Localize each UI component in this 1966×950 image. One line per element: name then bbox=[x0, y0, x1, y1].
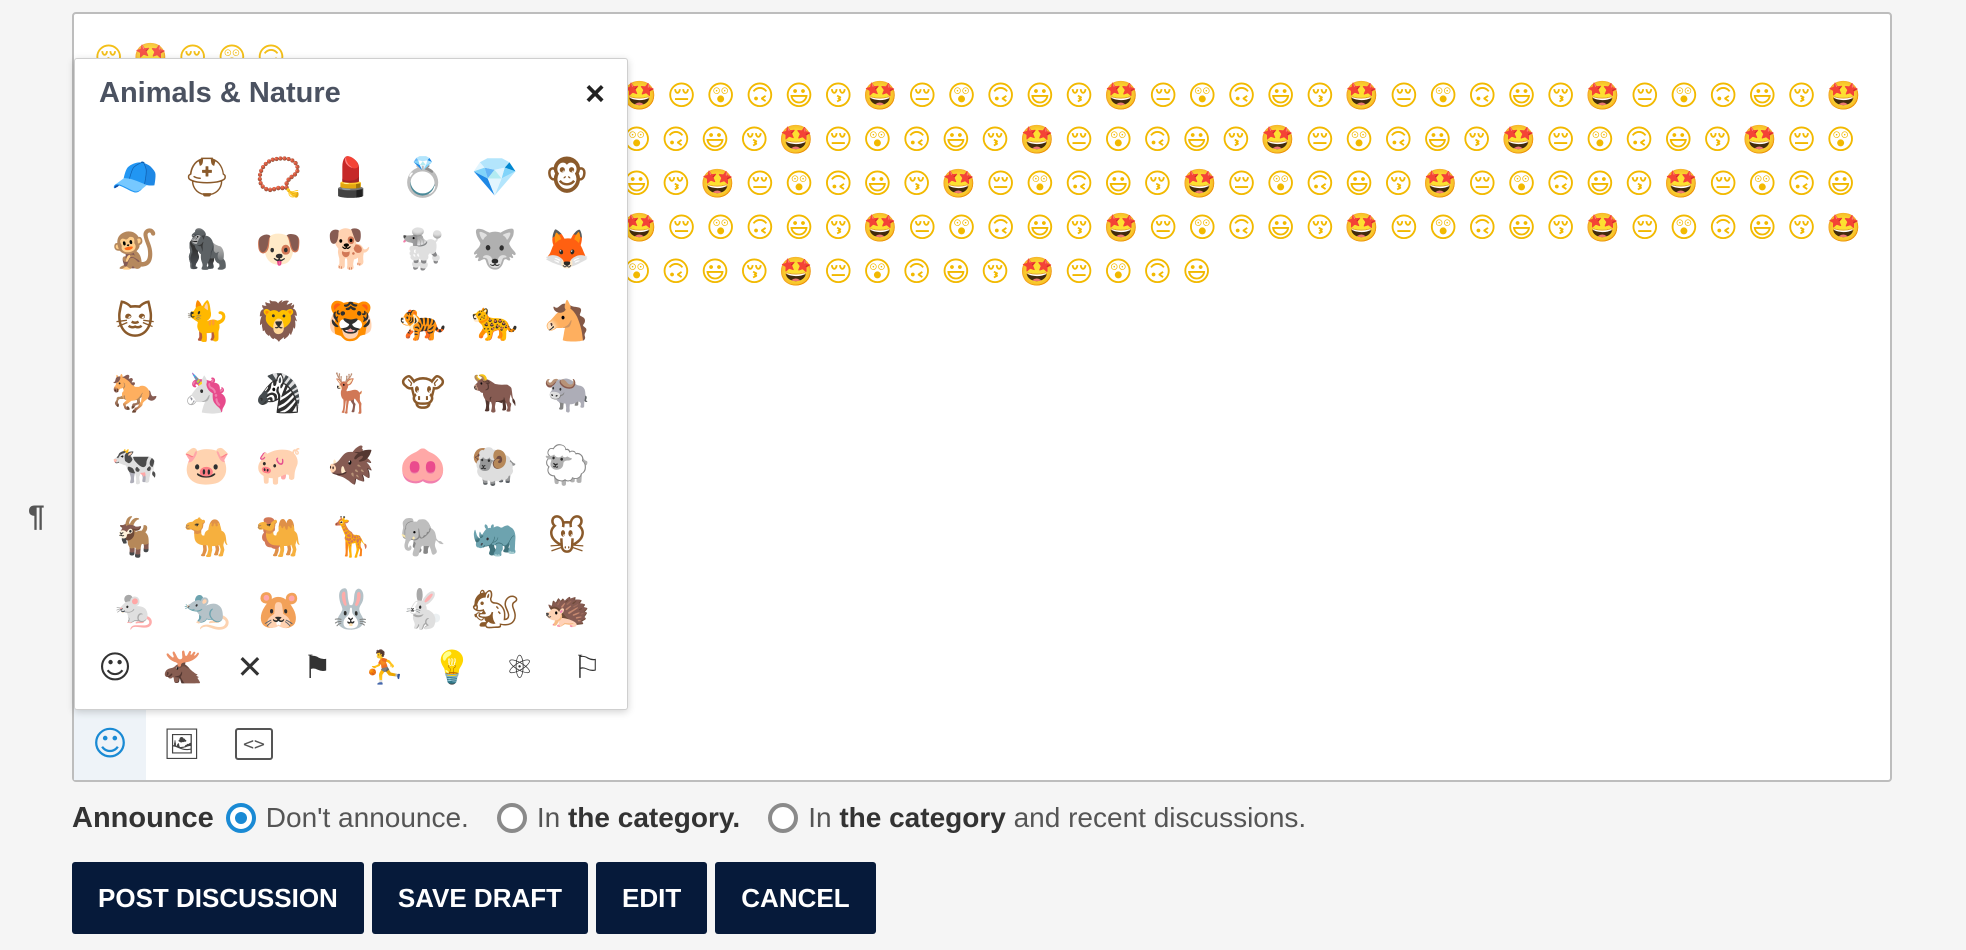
emoji-option[interactable]: 🦍 bbox=[171, 213, 243, 285]
emoji-option[interactable]: 🐫 bbox=[243, 501, 315, 573]
radio-dont-announce-circle[interactable] bbox=[225, 803, 256, 833]
form-buttons: POST DISCUSSION SAVE DRAFT EDIT CANCEL bbox=[72, 862, 884, 934]
emoji-option[interactable]: 🐘 bbox=[387, 501, 459, 573]
emoji-option[interactable]: 🦊 bbox=[531, 213, 603, 285]
editor-text-line[interactable]: 😃😚🤩😔😲🙃😃😚🤩😔😲🙃😃😚🤩😔😲🙃😃😚🤩😔😲🙃😃😚🤩😔😲🙃😃 bbox=[622, 162, 1865, 206]
emoji-option[interactable]: 🐷 bbox=[171, 429, 243, 501]
emoji-option[interactable]: 🐱 bbox=[99, 285, 171, 357]
category-flags-icon[interactable]: ⚐ bbox=[559, 639, 615, 695]
emoji-option[interactable]: 🦓 bbox=[243, 357, 315, 429]
insert-image-button[interactable]: 🖼 bbox=[146, 708, 218, 780]
emoji-option[interactable]: 🐰 bbox=[315, 573, 387, 645]
radio-dont-announce-label: Don't announce. bbox=[265, 802, 469, 833]
emoji-option[interactable]: 🐑 bbox=[531, 429, 603, 501]
emoji-option[interactable]: 🐴 bbox=[531, 285, 603, 357]
paragraph-marker[interactable]: ¶ bbox=[28, 500, 45, 534]
emoji-option[interactable]: 🐅 bbox=[387, 285, 459, 357]
radio-recent-suffix: and recent discussions. bbox=[1005, 802, 1307, 833]
emoji-option[interactable]: 🐈 bbox=[171, 285, 243, 357]
emoji-option[interactable]: 🐗 bbox=[315, 429, 387, 501]
emoji-option[interactable]: 🐆 bbox=[459, 285, 531, 357]
radio-in-category-and-recent-circle[interactable] bbox=[768, 803, 799, 833]
category-animals-icon[interactable]: 🫎 bbox=[154, 639, 210, 695]
editor-toolbar: ☺ 🖼 <> bbox=[74, 708, 290, 780]
emoji-option[interactable]: 💎 bbox=[459, 141, 531, 213]
emoji-option[interactable]: 🐂 bbox=[459, 357, 531, 429]
emoji-option[interactable]: 🐹 bbox=[243, 573, 315, 645]
emoji-option[interactable]: 🐽 bbox=[387, 429, 459, 501]
emoji-option[interactable]: 🐺 bbox=[459, 213, 531, 285]
emoji-option[interactable]: 🐐 bbox=[99, 501, 171, 573]
cancel-button[interactable]: CANCEL bbox=[715, 862, 876, 934]
save-draft-button[interactable]: SAVE DRAFT bbox=[371, 862, 589, 934]
emoji-option[interactable]: 🐩 bbox=[387, 213, 459, 285]
category-activities-icon[interactable]: ⛹ bbox=[357, 639, 413, 695]
emoji-option[interactable]: 🦄 bbox=[171, 357, 243, 429]
emoji-option[interactable]: 🐏 bbox=[459, 429, 531, 501]
emoji-option[interactable]: 🐭 bbox=[531, 501, 603, 573]
radio-in-category[interactable]: In the category. bbox=[496, 802, 740, 834]
emoji-option[interactable]: 🐿 bbox=[459, 573, 531, 645]
emoji-option[interactable]: 🐯 bbox=[315, 285, 387, 357]
editor-text-line[interactable]: 😲🙃😃😚🤩😔😲🙃😃😚🤩😔😲🙃😃😚🤩😔😲🙃😃😚🤩😔😲🙃😃😚🤩😔😲 bbox=[622, 118, 1865, 162]
radio-in-category-and-recent[interactable]: In the category and recent discussions. bbox=[768, 802, 1306, 834]
category-objects-icon[interactable]: 💡 bbox=[424, 639, 480, 695]
emoji-option[interactable]: 🐀 bbox=[171, 573, 243, 645]
emoji-option[interactable]: 🐇 bbox=[387, 573, 459, 645]
emoji-option[interactable]: 🐖 bbox=[243, 429, 315, 501]
radio-in-category-circle[interactable] bbox=[496, 803, 527, 833]
emoji-option[interactable]: 🦌 bbox=[315, 357, 387, 429]
code-block-button[interactable]: <> bbox=[218, 708, 290, 780]
emoji-option[interactable]: 🐁 bbox=[99, 573, 171, 645]
announce-label: Announce bbox=[72, 801, 214, 834]
emoji-option[interactable]: 🐃 bbox=[531, 357, 603, 429]
emoji-picker: Animals & Nature × 🧢 ⛑ 📿 💄 💍 💎 🐵 🐒 🦍 🐶 🐕 🐩 🐺 🦊 🐱 🐈 🦁 🐯 🐅 🐆 🐴… bbox=[74, 58, 628, 710]
emoji-option[interactable]: 🦁 bbox=[243, 285, 315, 357]
radio-in-category-bold: the category. bbox=[567, 802, 741, 833]
radio-recent-bold: the category bbox=[839, 802, 1006, 833]
emoji-option[interactable]: 💄 bbox=[315, 141, 387, 213]
smiley-icon: ☺ bbox=[92, 724, 128, 764]
emoji-option[interactable]: 🐵 bbox=[531, 141, 603, 213]
close-icon[interactable]: × bbox=[585, 75, 605, 114]
category-symbols-icon[interactable]: ⚛ bbox=[492, 639, 548, 695]
emoji-option[interactable]: 🐄 bbox=[99, 429, 171, 501]
radio-recent-prefix: In bbox=[808, 802, 840, 833]
radio-in-category-and-recent-label: In the category and recent discussions. bbox=[808, 802, 1306, 834]
emoji-option[interactable]: ⛑ bbox=[171, 141, 243, 213]
editor-text-line[interactable]: 🤩😔😲🙃😃😚🤩😔😲🙃😃😚🤩😔😲🙃😃😚🤩😔😲🙃😃😚🤩😔😲🙃😃😚🤩 bbox=[622, 206, 1871, 250]
emoji-option[interactable]: 🦔 bbox=[531, 573, 603, 645]
emoji-option[interactable]: 🐶 bbox=[243, 213, 315, 285]
radio-in-category-prefix: In bbox=[536, 802, 568, 833]
emoji-option[interactable]: 🦏 bbox=[459, 501, 531, 573]
picker-title: Animals & Nature bbox=[99, 77, 341, 109]
emoji-category-bar: ☺ 🫎 ✕ ⚑ ⛹ 💡 ⚛ ⚐ bbox=[87, 639, 615, 695]
editor-text-line[interactable]: 🤩😔😲🙃😃😚🤩😔😲🙃😃😚🤩😔😲🙃😃😚🤩😔😲🙃😃😚🤩😔😲🙃😃😚🤩 bbox=[622, 74, 1871, 118]
emoji-option[interactable]: 🐕 bbox=[315, 213, 387, 285]
emoji-option[interactable]: 📿 bbox=[243, 141, 315, 213]
category-food-icon[interactable]: ✕ bbox=[222, 639, 278, 695]
image-icon: 🖼 bbox=[162, 726, 202, 762]
editor-text-line[interactable]: 😲🙃😃😚🤩😔😲🙃😃😚🤩😔😲🙃😃 bbox=[622, 250, 1221, 294]
radio-in-category-label: In the category. bbox=[537, 802, 740, 834]
code-icon: <> bbox=[235, 728, 273, 760]
category-smileys-icon[interactable]: ☺ bbox=[87, 639, 143, 695]
announce-options: Announce Don't announce. In the category… bbox=[72, 798, 1334, 838]
emoji-option[interactable]: 🧢 bbox=[99, 141, 171, 213]
emoji-option[interactable]: 🐎 bbox=[99, 357, 171, 429]
post-discussion-button[interactable]: POST DISCUSSION bbox=[72, 862, 364, 934]
emoji-option[interactable]: 🦒 bbox=[315, 501, 387, 573]
emoji-option[interactable]: 🐪 bbox=[171, 501, 243, 573]
emoji-button[interactable]: ☺ bbox=[74, 708, 146, 780]
emoji-option[interactable]: 🐮 bbox=[387, 357, 459, 429]
emoji-option[interactable]: 🐒 bbox=[99, 213, 171, 285]
emoji-option[interactable]: 💍 bbox=[387, 141, 459, 213]
emoji-grid: 🧢 ⛑ 📿 💄 💍 💎 🐵 🐒 🦍 🐶 🐕 🐩 🐺 🦊 🐱 🐈 🦁 🐯 🐅 🐆 🐴 🐎 🦄 🦓 🦌 🐮 🐂 🐃 🐄 🐷 🐖 🐗 🐽 🐏 🐑 🐐 🐪 🐫 🦒 🐘… bbox=[99, 141, 603, 645]
radio-dont-announce[interactable]: Don't announce. bbox=[225, 802, 469, 834]
edit-button[interactable]: EDIT bbox=[596, 862, 708, 934]
category-travel-icon[interactable]: ⚑ bbox=[289, 639, 345, 695]
